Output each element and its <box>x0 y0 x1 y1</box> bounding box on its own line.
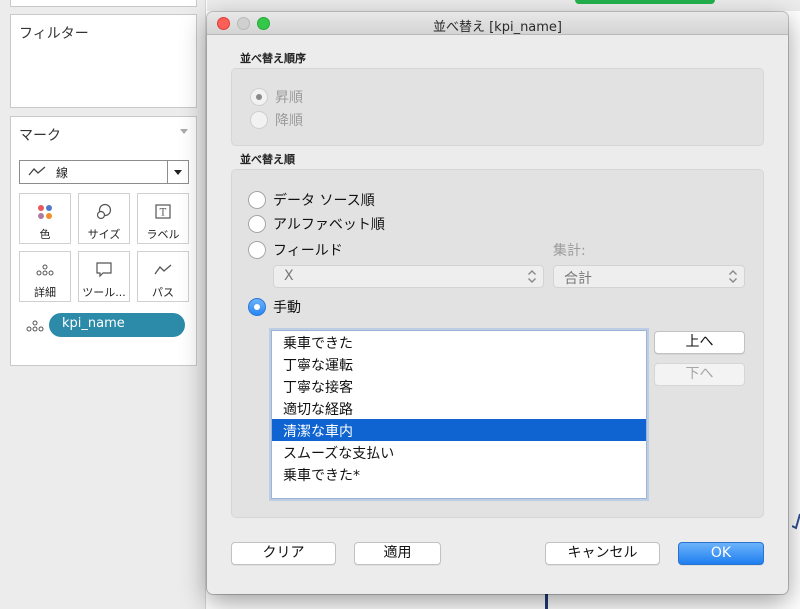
descending-label: 降順 <box>275 113 303 129</box>
up-down-arrows-icon <box>527 269 537 284</box>
list-item[interactable]: スムーズな支払い <box>272 441 646 463</box>
detail-dots-icon <box>25 319 45 337</box>
field-select-value: X <box>284 268 294 284</box>
field-label: フィールド <box>273 243 343 259</box>
aggregation-select[interactable]: 合計 <box>553 265 745 288</box>
marks-title: マーク <box>19 128 61 144</box>
descending-radio[interactable]: 降順 <box>250 110 303 130</box>
mark-type-dropdown[interactable]: 線 <box>19 160 189 184</box>
dialog-title: 並べ替え [kpi_name] <box>432 20 563 35</box>
path-button[interactable]: パス <box>137 251 189 302</box>
tooltip-label: ツール... <box>82 286 126 299</box>
kpi-name-pill[interactable]: kpi_name <box>49 313 185 337</box>
tooltip-button[interactable]: ツール... <box>78 251 130 302</box>
radio-button[interactable] <box>248 191 266 209</box>
detail-label: 詳細 <box>34 286 56 299</box>
line-mark-icon <box>28 165 46 181</box>
filters-title: フィルター <box>19 26 89 42</box>
list-item-selected[interactable]: 清潔な車内 <box>272 419 646 441</box>
radio-button[interactable] <box>248 215 266 233</box>
color-dots-icon <box>20 203 70 221</box>
chevron-down-icon <box>174 170 182 175</box>
status-indicator <box>575 0 715 4</box>
label-button[interactable]: T ラベル <box>137 193 189 244</box>
up-down-arrows-icon <box>728 269 738 284</box>
aggregation-label: 集計: <box>553 243 586 259</box>
move-up-button[interactable]: 上へ <box>654 331 745 354</box>
dialog-titlebar: 並べ替え [kpi_name] <box>207 12 788 35</box>
list-item[interactable]: 丁寧な接客 <box>272 375 646 397</box>
radio-button[interactable] <box>250 111 268 129</box>
pages-pane <box>10 0 197 7</box>
label-t-icon: T <box>138 203 188 221</box>
ascending-radio[interactable]: 昇順 <box>250 87 303 107</box>
cancel-button[interactable]: キャンセル <box>545 542 660 565</box>
manual-radio[interactable]: 手動 <box>248 297 301 317</box>
label-label: ラベル <box>146 228 180 241</box>
manual-label: 手動 <box>273 300 301 316</box>
size-button[interactable]: サイズ <box>78 193 130 244</box>
ok-button[interactable]: OK <box>678 542 764 565</box>
chevron-down-icon[interactable] <box>180 129 188 134</box>
detail-button[interactable]: 詳細 <box>19 251 71 302</box>
list-item[interactable]: 乗車できた <box>272 331 646 353</box>
radio-button-selected[interactable] <box>250 88 268 106</box>
aggregation-select-value: 合計 <box>564 271 592 287</box>
color-button[interactable]: 色 <box>19 193 71 244</box>
chart-line-fragment <box>791 510 800 530</box>
apply-button[interactable]: 適用 <box>354 542 441 565</box>
detail-dots-icon <box>20 261 70 279</box>
svg-text:T: T <box>160 208 167 219</box>
marks-card: マーク 線 色 サイズ T ラベル 詳細 ツール... パス kpi_name <box>10 116 197 366</box>
move-down-button[interactable]: 下へ <box>654 363 745 386</box>
radio-button-selected[interactable] <box>248 298 266 316</box>
path-label: パス <box>152 286 174 299</box>
sort-by-label: 並べ替え順 <box>240 153 295 166</box>
data-source-order-radio[interactable]: データ ソース順 <box>248 190 375 210</box>
radio-button[interactable] <box>248 241 266 259</box>
left-sidebar: フィルター マーク 線 色 サイズ T ラベル 詳細 ツール... パス kpi… <box>0 0 206 609</box>
sort-order-group: 昇順 降順 <box>231 68 764 146</box>
list-item[interactable]: 丁寧な運転 <box>272 353 646 375</box>
dropdown-arrow[interactable] <box>167 161 188 183</box>
tooltip-bubble-icon <box>79 261 129 279</box>
mark-type-label: 線 <box>56 166 69 180</box>
filters-shelf[interactable]: フィルター <box>10 14 197 108</box>
sort-dialog: 並べ替え [kpi_name] 並べ替え順序 昇順 降順 並べ替え順 データ ソ… <box>207 12 788 594</box>
alphabetic-radio[interactable]: アルファベット順 <box>248 214 385 234</box>
sort-order-label: 並べ替え順序 <box>240 52 306 65</box>
data-source-order-label: データ ソース順 <box>273 193 375 209</box>
manual-order-list[interactable]: 乗車できた 丁寧な運転 丁寧な接客 適切な経路 清潔な車内 スムーズな支払い 乗… <box>271 330 647 499</box>
list-item[interactable]: 乗車できた* <box>272 463 646 485</box>
path-line-icon <box>138 261 188 279</box>
clear-button[interactable]: クリア <box>231 542 336 565</box>
alphabetic-label: アルファベット順 <box>273 217 385 233</box>
color-label: 色 <box>39 228 51 241</box>
field-select[interactable]: X <box>273 265 544 288</box>
toolbar-area <box>207 0 800 11</box>
field-radio[interactable]: フィールド <box>248 240 343 260</box>
ascending-label: 昇順 <box>275 90 303 106</box>
size-label: サイズ <box>87 228 121 241</box>
size-circles-icon <box>79 203 129 221</box>
list-item[interactable]: 適切な経路 <box>272 397 646 419</box>
